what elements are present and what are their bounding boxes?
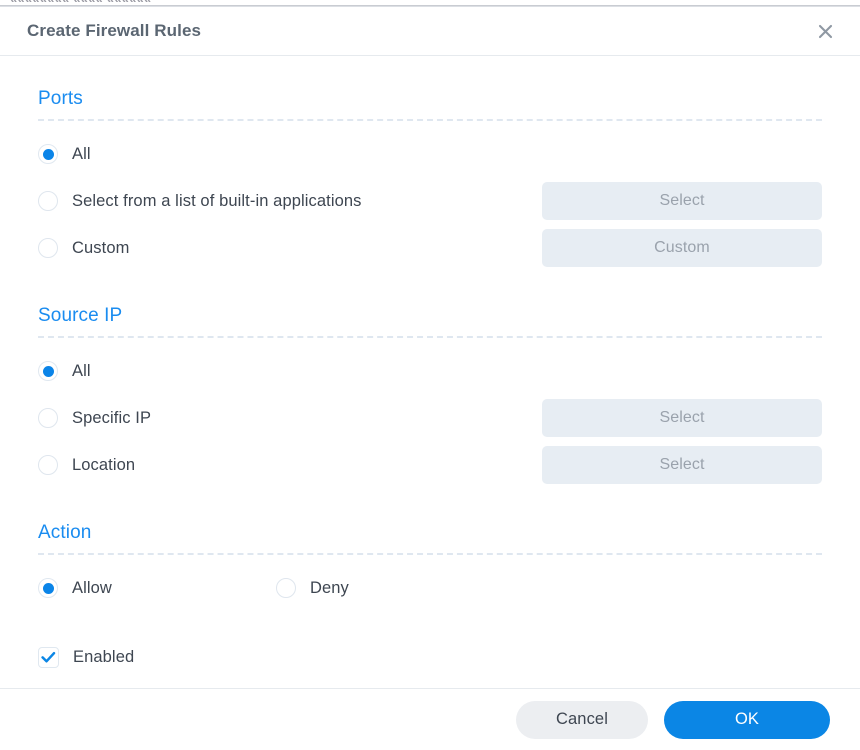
ports-option-all[interactable]: All [38,140,822,168]
ports-section-title: Ports [38,88,83,109]
ports-option-builtin[interactable]: Select from a list of built-in applicati… [38,182,822,220]
action-label-deny: Deny [309,578,349,597]
ports-radio-builtin[interactable] [38,191,58,211]
dialog-footer: Cancel OK [0,688,860,750]
action-label-allow: Allow [72,578,112,597]
ports-label-builtin: Select from a list of built-in applicati… [72,191,362,210]
ports-label-custom: Custom [72,238,130,257]
enabled-checkbox[interactable] [38,646,59,668]
dialog-header: Create Firewall Rules [0,7,860,56]
source-ip-label-specific: Specific IP [72,408,152,427]
close-icon[interactable] [812,18,838,44]
source-ip-radio-location[interactable] [38,455,58,475]
action-radio-deny[interactable] [275,578,296,598]
enabled-label: Enabled [73,647,135,666]
source-ip-section-title: Source IP [38,305,123,326]
action-section-divider [38,553,822,555]
ports-radio-custom[interactable] [38,238,58,258]
source-ip-option-location[interactable]: Location Select [38,446,822,484]
action-section-title: Action [38,522,92,543]
action-options-row: Allow Deny [38,574,822,602]
source-ip-label-all: All [72,361,91,380]
ok-button[interactable]: OK [664,700,830,739]
source-ip-select-button[interactable]: Select [542,399,822,437]
dialog-body: Ports All Select from a list of built-in… [0,56,860,688]
source-ip-section: Source IP All Specific IP Select Locatio… [38,262,822,484]
ports-option-custom[interactable]: Custom Custom [38,229,822,267]
source-ip-option-all[interactable]: All [38,357,822,385]
action-radio-allow[interactable] [38,578,58,598]
ports-label-all: All [72,144,91,163]
enabled-option[interactable]: Enabled [38,643,822,671]
source-ip-option-specific[interactable]: Specific IP Select [38,399,822,437]
source-ip-label-location: Location [72,455,136,474]
cancel-button[interactable]: Cancel [516,700,648,739]
source-ip-radio-specific[interactable] [38,408,58,428]
ports-section: Ports All Select from a list of built-in… [38,56,822,267]
ports-radio-all[interactable] [38,144,58,164]
dialog-title: Create Firewall Rules [27,21,202,40]
create-firewall-rules-dialog: Create Firewall Rules Ports All Select f… [0,6,860,750]
source-ip-radio-all[interactable] [38,361,58,381]
ports-section-divider [38,119,822,121]
source-ip-section-divider [38,336,822,338]
ports-select-button[interactable]: Select [542,182,822,220]
action-section: Action Allow Deny Enabled [38,479,822,671]
